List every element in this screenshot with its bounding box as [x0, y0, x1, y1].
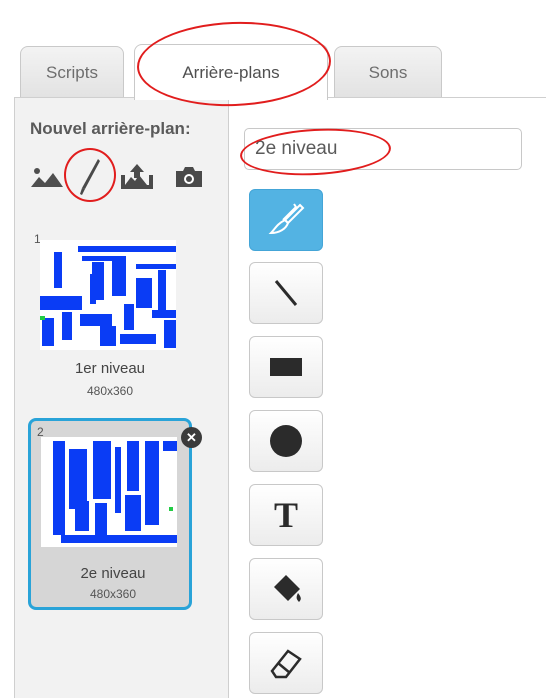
- tab-scripts[interactable]: Scripts: [20, 46, 124, 98]
- tab-backdrops[interactable]: Arrière-plans: [134, 44, 328, 100]
- backdrop-thumbnail: [40, 240, 176, 350]
- line-tool-icon: [274, 280, 298, 306]
- rectangle-tool-icon: [270, 358, 302, 376]
- tab-scripts-label: Scripts: [46, 62, 98, 82]
- new-backdrop-label: Nouvel arrière-plan:: [30, 119, 191, 138]
- eraser-tool-icon: [270, 649, 302, 679]
- fill-tool-icon: [274, 575, 301, 602]
- text-tool-button[interactable]: T: [249, 484, 323, 546]
- backdrop-size: 480x360: [89, 587, 137, 601]
- backdrop-size: 480x360: [86, 384, 134, 398]
- backdrop-item-2[interactable]: 2 2e niveau 480x360: [28, 418, 192, 610]
- fill-tool-button[interactable]: [249, 558, 323, 620]
- delete-backdrop-button[interactable]: ✕: [181, 427, 202, 448]
- backdrop-item-1[interactable]: 1 1er niveau 480x360: [28, 228, 192, 410]
- backdrop-name-input[interactable]: [244, 128, 522, 170]
- line-tool-button[interactable]: [249, 262, 323, 324]
- backdrop-name: 1er niveau: [74, 360, 146, 377]
- ellipse-tool-icon: [270, 425, 302, 457]
- tab-sounds[interactable]: Sons: [334, 46, 442, 98]
- eraser-tool-button[interactable]: [249, 632, 323, 694]
- brush-tool-icon: [268, 203, 305, 235]
- landscape-library-icon[interactable]: [28, 157, 66, 197]
- camera-icon[interactable]: [168, 157, 210, 197]
- ellipse-tool-button[interactable]: [249, 410, 323, 472]
- brush-tool-button[interactable]: [249, 189, 323, 251]
- paintbrush-icon[interactable]: [70, 157, 110, 197]
- tab-backdrops-label: Arrière-plans: [182, 62, 280, 82]
- tab-sounds-label: Sons: [368, 62, 408, 82]
- backdrop-name: 2e niveau: [80, 565, 146, 582]
- backdrop-thumbnail: [41, 437, 177, 547]
- rectangle-tool-button[interactable]: [249, 336, 323, 398]
- text-tool-icon: T: [273, 495, 298, 535]
- upload-icon[interactable]: [118, 157, 156, 197]
